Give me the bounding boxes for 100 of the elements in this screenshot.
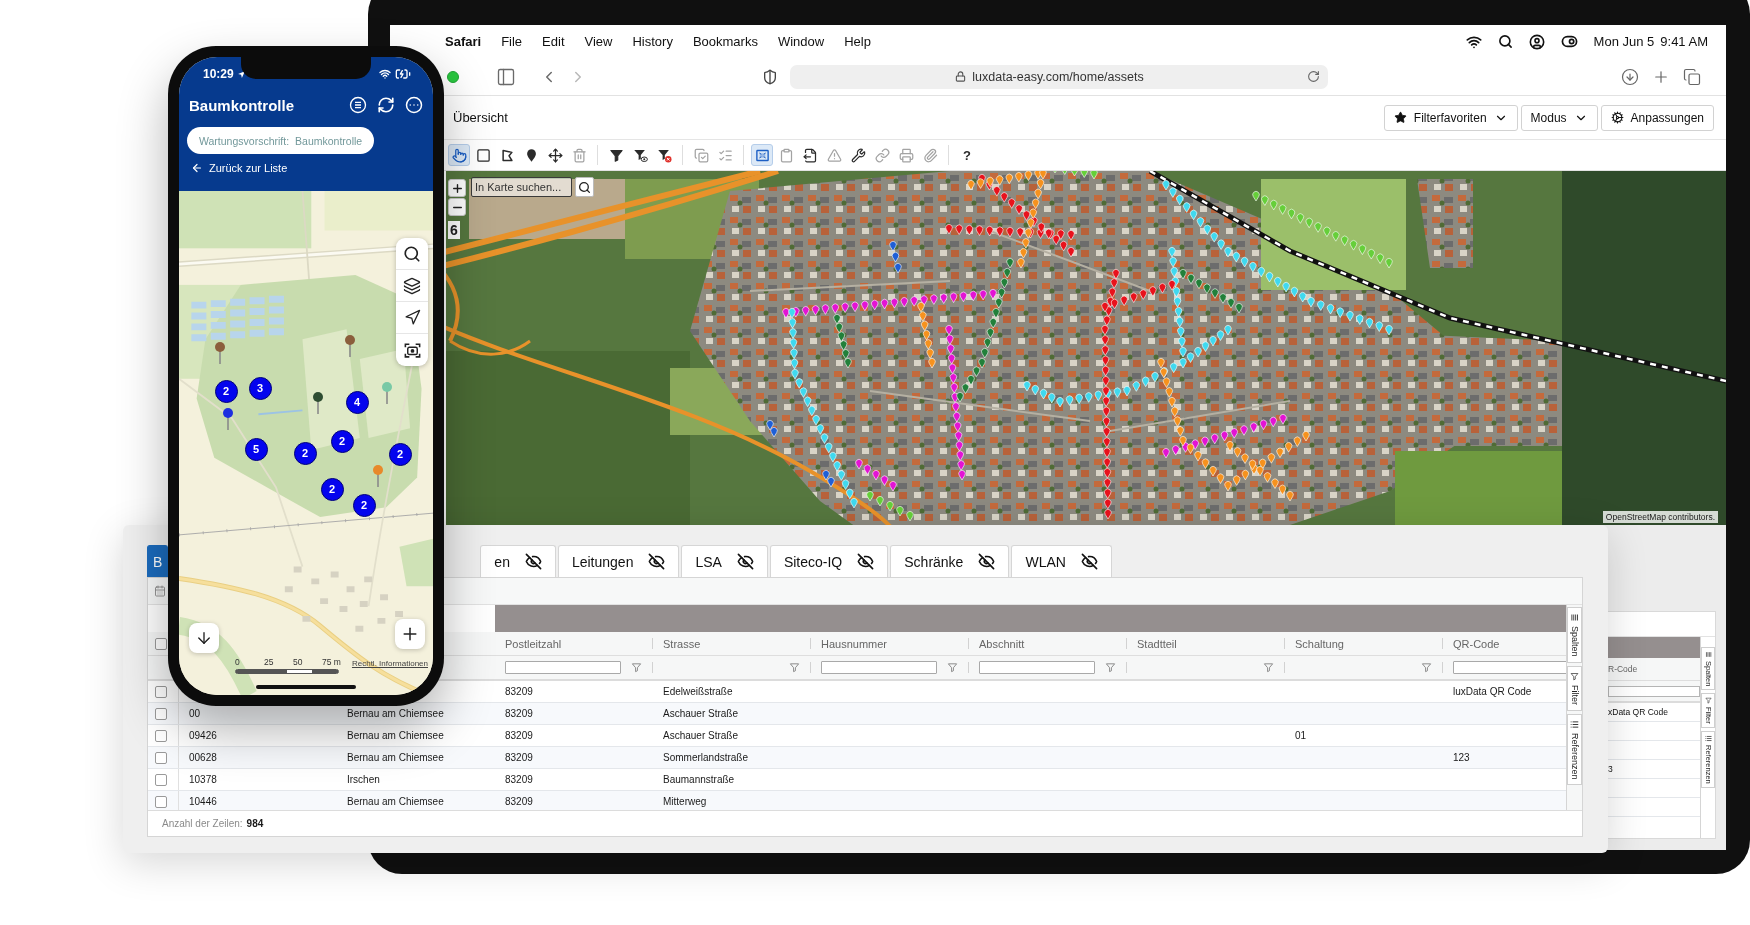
menu-item[interactable]: File	[501, 34, 523, 49]
refresh-icon[interactable]	[377, 96, 395, 114]
map-pin-icon[interactable]	[214, 341, 226, 365]
list-icon	[1570, 719, 1579, 729]
add-button[interactable]	[395, 619, 425, 649]
menu-item[interactable]: Edit	[542, 34, 565, 49]
overview-tab[interactable]: Übersicht	[453, 110, 508, 125]
map-pin-icon[interactable]	[344, 334, 356, 358]
map-pin-icon[interactable]	[222, 407, 234, 431]
layers-icon	[403, 276, 421, 295]
sidebar-icon[interactable]	[496, 66, 516, 87]
column-header[interactable]: QR-Code	[1453, 637, 1500, 650]
toggle-icon[interactable]	[1560, 33, 1578, 50]
list-icon[interactable]	[349, 96, 367, 114]
map-pin-icon[interactable]	[312, 391, 324, 415]
url-field[interactable]: luxdata-easy.com/home/assets	[790, 64, 1328, 89]
side-tab[interactable]: Filter	[1567, 665, 1582, 711]
camera-scan-icon	[402, 340, 422, 360]
legal-link[interactable]: Rechtl. Informationen	[351, 659, 428, 668]
clipboard-icon	[778, 147, 794, 163]
maximize-button[interactable]	[447, 70, 459, 83]
tabs-icon[interactable]	[1683, 67, 1701, 86]
download-icon[interactable]	[1621, 67, 1639, 86]
layer-tab[interactable]: en	[480, 545, 556, 577]
layer-tab[interactable]: WLAN	[1011, 545, 1112, 577]
table-cell: Bernau am Chiemsee	[347, 708, 444, 719]
side-tab[interactable]: Spalten	[1567, 607, 1582, 663]
table-cell: 83209	[505, 708, 533, 719]
layer-tab[interactable]: B	[147, 545, 169, 577]
checkbox[interactable]	[155, 637, 167, 650]
dropdown-button[interactable]: Filterfavoriten	[1383, 104, 1518, 131]
table-cell: 10446	[189, 796, 217, 807]
checkbox[interactable]	[155, 795, 167, 808]
filter-field[interactable]	[505, 661, 621, 674]
column-header[interactable]: Strasse	[663, 637, 701, 650]
search-icon[interactable]	[1497, 34, 1513, 49]
row-count-label: Anzahl der Zeilen:	[162, 818, 243, 829]
checkbox[interactable]	[155, 773, 167, 786]
download-button[interactable]	[189, 623, 219, 653]
layer-tab[interactable]: LSA	[681, 545, 768, 577]
checkbox[interactable]	[155, 707, 167, 720]
column-header[interactable]: Stadtteil	[1137, 637, 1177, 650]
scale-label: 0	[235, 657, 241, 667]
column-header[interactable]: Schaltung	[1295, 637, 1344, 650]
filter-icon[interactable]	[789, 662, 800, 673]
dropdown-button[interactable]: Modus	[1520, 104, 1598, 131]
checkbox[interactable]	[155, 685, 167, 698]
back-link[interactable]: Zurück zur Liste	[191, 162, 288, 174]
table-cell: 83209	[505, 730, 533, 741]
filter-field[interactable]	[1453, 661, 1566, 674]
table-cell: 83209	[505, 796, 533, 807]
filter-field[interactable]	[979, 661, 1095, 674]
table-cell: xData QR Code	[1608, 707, 1668, 717]
filter-icon[interactable]	[947, 662, 958, 673]
lock-icon	[955, 71, 967, 82]
more-icon[interactable]	[405, 96, 423, 114]
column-header[interactable]: Abschnitt	[979, 637, 1025, 650]
search-button[interactable]	[575, 177, 594, 197]
table-cell: luxData QR Code	[1453, 686, 1532, 697]
menu-item[interactable]: History	[632, 34, 673, 49]
pointer-icon	[451, 147, 467, 163]
list-icon	[1704, 735, 1712, 743]
zoom-extent-icon	[754, 147, 770, 163]
settings-button[interactable]: Anpassungen	[1600, 104, 1714, 131]
map-search-field[interactable]: In Karte suchen...	[471, 177, 572, 197]
table-cell: Bernau am Chiemsee	[347, 796, 444, 807]
filter-field[interactable]	[1608, 685, 1700, 697]
zoom-out-button[interactable]	[448, 198, 466, 216]
user-icon[interactable]	[1528, 33, 1545, 50]
menu-item[interactable]: View	[584, 34, 613, 49]
menu-item[interactable]: Bookmarks	[692, 34, 758, 49]
zoom-in-button[interactable]	[448, 179, 466, 197]
column-header[interactable]: Hausnummer	[821, 637, 888, 650]
help-button[interactable]: ?	[956, 144, 978, 166]
layer-tab[interactable]: Leitungen	[557, 545, 680, 577]
square-icon	[475, 147, 491, 163]
filter-field[interactable]	[821, 661, 937, 674]
side-tab[interactable]: Referenzen	[1567, 713, 1582, 786]
columns-icon	[1570, 613, 1579, 622]
filter-icon[interactable]	[1263, 662, 1274, 673]
filter-icon[interactable]	[631, 662, 642, 673]
layer-tab[interactable]: Siteco-IQ	[769, 545, 889, 577]
checkbox[interactable]	[155, 729, 167, 742]
menu-item[interactable]: Window	[777, 34, 825, 49]
filter-icon[interactable]	[1105, 662, 1116, 673]
filter-icon[interactable]	[1421, 662, 1432, 673]
calendar-icon[interactable]	[154, 585, 166, 597]
menu-item[interactable]: Help	[844, 34, 871, 49]
table-cell: 00628	[189, 752, 217, 763]
checkbox[interactable]	[155, 751, 167, 764]
app-menu[interactable]: Safari	[445, 34, 482, 49]
scale-label: 50	[293, 657, 304, 667]
layer-tab[interactable]: Schränke	[890, 545, 1010, 577]
polygon-icon	[499, 147, 515, 163]
map-attribution: OpenStreetMap contributors.	[1602, 511, 1718, 523]
reload-icon[interactable]	[1307, 70, 1320, 83]
shield-icon[interactable]	[762, 68, 778, 85]
table-cell: Bernau am Chiemsee	[347, 752, 444, 763]
column-header[interactable]: Postleitzahl	[505, 637, 562, 650]
columns-icon	[1704, 651, 1712, 658]
